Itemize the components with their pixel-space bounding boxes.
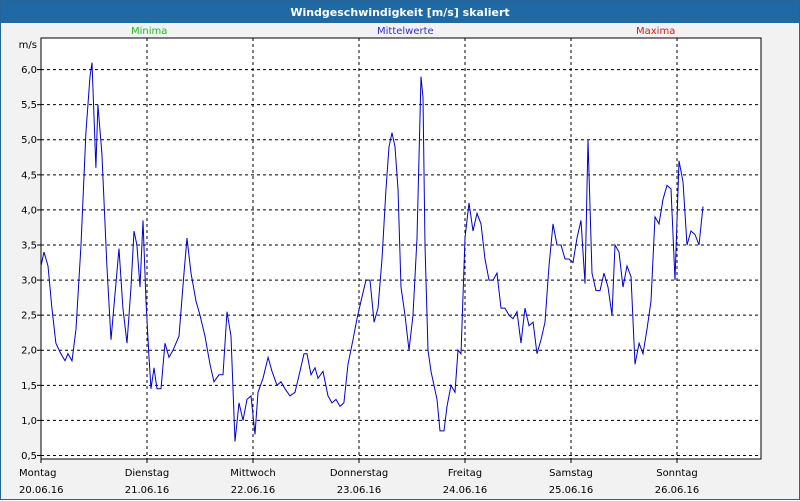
x-tick-date: 24.06.16 [443, 485, 488, 496]
x-tick-day: Montag [19, 468, 56, 479]
y-tick-label: 0,5 [21, 451, 37, 462]
y-tick-label: 2,5 [21, 311, 37, 322]
y-tick-label: 4,5 [21, 170, 37, 181]
y-tick-label: 5,5 [21, 100, 37, 111]
x-tick-day: Dienstag [125, 468, 170, 479]
x-tick-date: 21.06.16 [125, 485, 170, 496]
y-tick-label: 3,0 [21, 276, 37, 287]
x-tick-day: Donnerstag [330, 468, 388, 479]
x-tick-day: Freitag [448, 468, 482, 479]
y-tick-label: 5,0 [21, 135, 37, 146]
x-tick-day: Mittwoch [230, 468, 275, 479]
chart-window: Windgeschwindigkeit [m/s] skaliert Minim… [0, 0, 800, 500]
line-chart: 0,5 1,0 1,5 2,0 2,5 3,0 3,5 4,0 4,5 5,0 5,5 6,0 m/s M… [19, 37, 762, 496]
x-tick-date: 26.06.16 [655, 485, 700, 496]
y-tick-label: 4,0 [21, 205, 37, 216]
y-tick-label: 6,0 [21, 65, 37, 76]
x-tick-date: 25.06.16 [549, 485, 594, 496]
y-tick-label: 1,0 [21, 416, 37, 427]
y-tick-label: 3,5 [21, 240, 37, 251]
x-tick-day: Sonntag [656, 468, 698, 479]
x-tick-day: Samstag [549, 468, 593, 479]
y-axis-label: m/s [19, 40, 37, 51]
y-tick-label: 2,0 [21, 346, 37, 357]
x-tick-date: 22.06.16 [231, 485, 276, 496]
y-tick-label: 1,5 [21, 381, 37, 392]
x-tick-date: 23.06.16 [337, 485, 382, 496]
x-tick-date: 20.06.16 [19, 485, 64, 496]
